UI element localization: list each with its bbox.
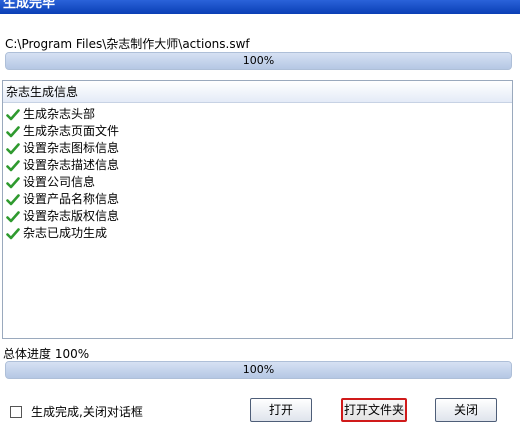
output-file-path: C:\Program Files\杂志制作大师\actions.swf [5,37,250,51]
log-item-label: 设置公司信息 [23,175,96,189]
generation-log-list[interactable]: 杂志生成信息 生成杂志头部生成杂志页面文件 设置杂志图标信息 设置杂志描述信息 设置公… [2,80,513,339]
log-item-label: 设置产品名称信息 [23,192,120,206]
check-icon [6,125,20,137]
close-on-complete-label: 生成完成,关闭对话框 [31,405,143,419]
open-folder-button[interactable]: 打开文件夹 [341,398,407,422]
log-item-label: 设置杂志图标信息 [23,141,120,155]
title-bar: 生成完毕 [0,0,520,14]
log-items: 生成杂志头部生成杂志页面文件 设置杂志图标信息 设置杂志描述信息 设置公司信息设置产品… [3,103,512,242]
log-item-label: 生成杂志头部 [23,107,96,121]
total-progress-text: 100% [242,363,275,376]
file-progress-text: 100% [242,54,275,67]
log-item-label: 设置杂志描述信息 [23,158,120,172]
open-button[interactable]: 打开 [250,398,312,422]
log-header: 杂志生成信息 [3,81,512,103]
close-on-complete-checkbox[interactable] [10,405,22,418]
log-item: 设置产品名称信息 [3,191,512,208]
check-icon [6,210,20,222]
check-icon [6,227,20,239]
log-item: 生成杂志头部 [3,106,512,123]
check-icon [6,159,20,171]
log-item-label: 设置杂志版权信息 [23,209,120,223]
log-item: 设置杂志图标信息 [3,140,512,157]
log-item-label: 生成杂志页面文件 [23,124,120,138]
close-button[interactable]: 关闭 [435,398,497,422]
log-item: 生成杂志页面文件 [3,123,512,140]
log-item: 设置杂志版权信息 [3,208,512,225]
check-icon [6,142,20,154]
log-item-label: 杂志已成功生成 [23,226,108,240]
check-icon [6,176,20,188]
log-item: 设置杂志描述信息 [3,157,512,174]
window-title: 生成完毕 [3,0,56,11]
total-progress-bar: 100% [5,361,512,379]
check-icon [6,193,20,205]
file-progress-bar: 100% [5,52,512,70]
log-item: 杂志已成功生成 [3,225,512,242]
check-icon [6,108,20,120]
total-progress-label: 总体进度 100% [3,347,90,361]
log-item: 设置公司信息 [3,174,512,191]
close-on-complete-option[interactable]: 生成完成,关闭对话框 [10,403,143,420]
